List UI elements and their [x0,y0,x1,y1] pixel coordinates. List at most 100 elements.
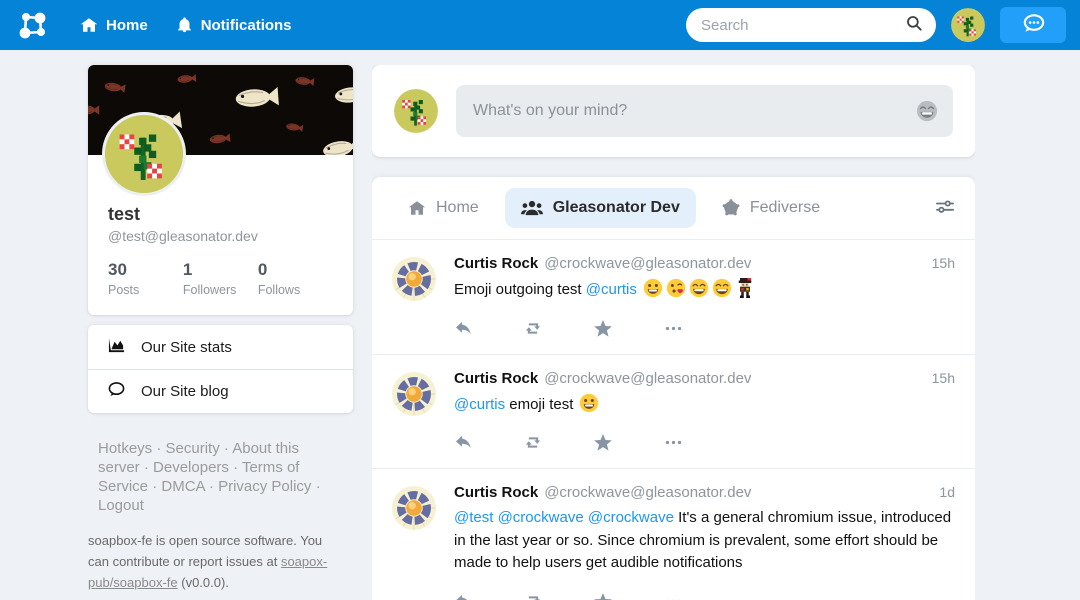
post-content: Emoji outgoing test @curtis [454,278,955,302]
post-handle[interactable]: @crockwave@gleasonator.dev [544,255,751,272]
timeline-card: Home Gleasonator Dev Fediverse Curtis Rock… [372,177,975,600]
tab-label: Fediverse [750,199,820,217]
grinning-face-emoji [641,281,664,298]
post-timestamp[interactable]: 1d [929,484,955,500]
fediverse-icon [722,199,740,217]
tab-label: Gleasonator Dev [553,199,680,217]
gray-smiley-icon[interactable] [916,100,938,122]
post-handle[interactable]: @crockwave@gleasonator.dev [544,484,751,501]
sliders-icon[interactable] [935,199,955,217]
menu-item-label: Our Site stats [141,339,232,356]
post-content: @curtis emoji test [454,393,955,417]
post-author[interactable]: Curtis Rock [454,370,538,387]
chat-button[interactable] [1000,7,1066,43]
compose-input[interactable] [471,101,916,121]
stat-posts[interactable]: 30 Posts [108,260,183,297]
post-action-bar [454,319,955,338]
menu-item-site-blog[interactable]: Our Site blog [88,369,353,413]
fish-swirl-avatar[interactable] [392,372,436,416]
post-timestamp[interactable]: 15h [922,255,955,271]
repost-icon[interactable] [523,319,543,338]
post-handle[interactable]: @crockwave@gleasonator.dev [544,370,751,387]
search-box[interactable] [686,8,936,42]
posts-list: Curtis Rock @crockwave@gleasonator.dev 15h… [372,240,975,600]
star-icon[interactable] [593,433,613,452]
nav-home[interactable]: Home [80,16,148,34]
repost-icon[interactable] [523,592,543,600]
post[interactable]: Curtis Rock @crockwave@gleasonator.dev 15h… [372,355,975,469]
tab-home[interactable]: Home [392,188,495,228]
bell-icon [176,16,193,34]
mention-link[interactable]: @curtis [454,396,505,413]
home-icon [80,16,98,34]
post[interactable]: Curtis Rock @crockwave@gleasonator.dev 15h… [372,240,975,354]
profile-avatar[interactable] [102,112,186,196]
post-content: @test @crockwave @crockwave It's a gener… [454,507,955,575]
ellipsis-icon[interactable] [663,433,684,452]
ellipsis-icon[interactable] [663,592,684,600]
nav-notifications[interactable]: Notifications [176,16,292,34]
people-icon [521,199,543,217]
gleasonator-logo-icon[interactable] [14,6,52,44]
top-navbar: Home Notifications [0,0,1080,50]
reply-icon[interactable] [454,319,473,338]
post-author[interactable]: Curtis Rock [454,255,538,272]
repost-icon[interactable] [523,433,543,452]
timeline-tabbar: Home Gleasonator Dev Fediverse [372,177,975,239]
search-input[interactable] [699,16,905,35]
footer-link-dmca[interactable]: DMCA [161,478,204,495]
fish-swirl-avatar[interactable] [392,486,436,530]
bar-chart-icon [107,337,126,358]
reply-icon[interactable] [454,592,473,600]
footer-link-logout[interactable]: Logout [98,497,144,514]
compose-card [372,65,975,157]
post-action-bar [454,592,955,600]
chat-bubble-icon [1020,12,1047,39]
nav-home-label: Home [106,17,148,34]
stat-followers[interactable]: 1 Followers [183,260,258,297]
footer-link-security[interactable]: Security [166,440,220,457]
ellipsis-icon[interactable] [663,319,684,338]
speech-bubble-icon [107,381,126,402]
reply-icon[interactable] [454,433,473,452]
star-icon[interactable] [593,592,613,600]
profile-card: test @test@gleasonator.dev 30 Posts 1 Fo… [88,65,353,315]
footer-link-privacy-policy[interactable]: Privacy Policy [218,478,311,495]
compose-user-avatar[interactable] [394,89,438,133]
beaming-face-emoji [710,281,733,298]
menu-item-label: Our Site blog [141,383,229,400]
navbar-right [686,7,1068,43]
sidebar-footer-links: Hotkeys · Security · About this server ·… [88,439,328,515]
tab-gleasonator-dev[interactable]: Gleasonator Dev [505,188,696,228]
custom-pixel-character-emoji [733,281,756,298]
fish-swirl-avatar[interactable] [392,257,436,301]
home-icon [408,199,426,217]
profile-stats: 30 Posts 1 Followers 0 Follows [88,244,353,315]
star-icon[interactable] [593,319,613,338]
about-software-text: soapbox-fe is open source software. You … [88,531,338,593]
navbar-user-avatar[interactable] [951,8,985,42]
footer-link-hotkeys[interactable]: Hotkeys [98,440,152,457]
left-sidebar: test @test@gleasonator.dev 30 Posts 1 Fo… [88,65,353,594]
grinning-face-emoji [578,396,601,413]
stat-follows[interactable]: 0 Follows [258,260,333,297]
mention-link[interactable]: @crockwave [588,509,674,526]
face-blowing-kiss-emoji [664,281,687,298]
nav-notifications-label: Notifications [201,17,292,34]
menu-item-site-stats[interactable]: Our Site stats [88,325,353,369]
tab-label: Home [436,199,479,217]
profile-display-name[interactable]: test [108,204,333,225]
search-icon[interactable] [905,14,923,37]
post-timestamp[interactable]: 15h [922,370,955,386]
mention-link[interactable]: @curtis [586,281,637,298]
footer-link-developers[interactable]: Developers [153,459,229,476]
timeline-column: Home Gleasonator Dev Fediverse Curtis Rock… [372,65,975,600]
post-author[interactable]: Curtis Rock [454,484,538,501]
profile-handle: @test@gleasonator.dev [108,228,333,244]
post[interactable]: Curtis Rock @crockwave@gleasonator.dev 1d @… [372,469,975,600]
mention-link[interactable]: @crockwave [498,509,584,526]
tab-fediverse[interactable]: Fediverse [706,188,836,228]
site-menu-card: Our Site stats Our Site blog [88,325,353,413]
mention-link[interactable]: @test [454,509,493,526]
compose-field[interactable] [456,85,953,137]
